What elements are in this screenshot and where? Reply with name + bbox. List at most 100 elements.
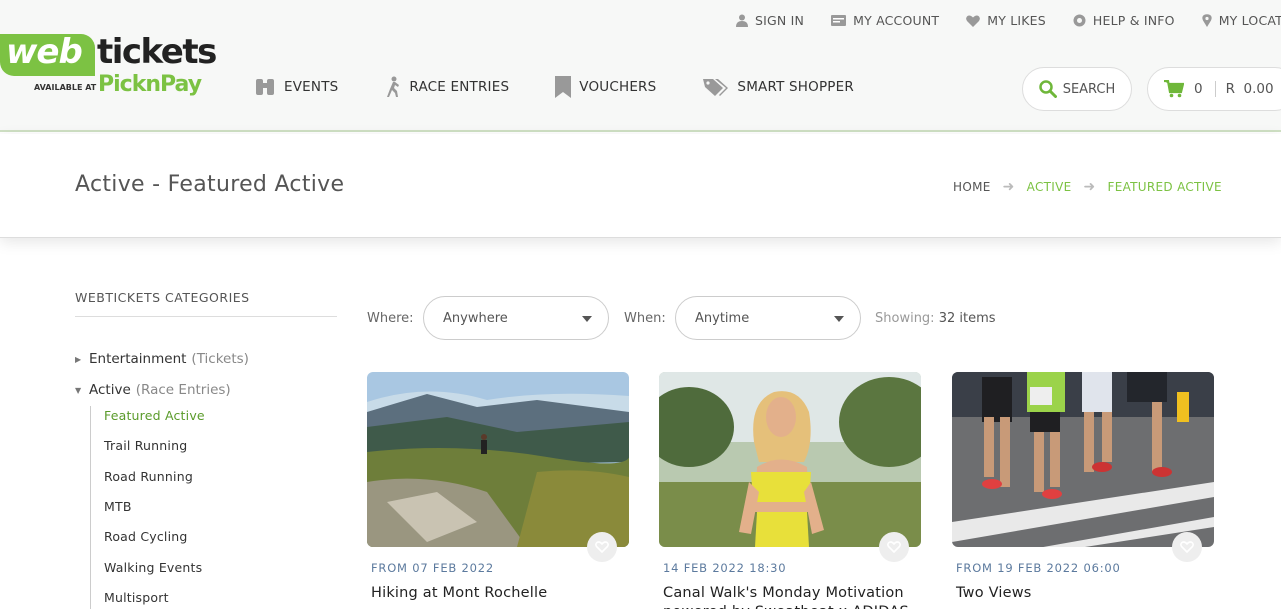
when-select[interactable]: Anytime [675,296,861,340]
logo-tickets-text: tickets [97,32,217,72]
event-card[interactable]: FROM 19 FEB 2022 06:00 Two Views [952,372,1214,603]
runners-race-image [952,372,1214,547]
category-label: Active [89,382,131,398]
like-heart-button[interactable] [879,532,909,562]
logo-available-at: AVAILABLE AT [34,83,97,92]
showing-label: Showing: [875,311,935,326]
my-location-link[interactable]: MY LOCATION [1202,13,1281,28]
user-icon [736,14,748,27]
account-card-icon [831,15,847,26]
shopping-cart-icon [1164,80,1184,98]
runner-icon [387,76,400,97]
like-heart-button[interactable] [1172,532,1202,562]
nav-smart-shopper-label: SMART SHOPPER [737,79,854,95]
expand-arrow-icon[interactable]: ▶ [75,355,89,364]
breadcrumb-current: FEATURED ACTIVE [1107,180,1222,194]
my-likes-link[interactable]: MY LIKES [966,13,1046,28]
nav-smart-shopper[interactable]: SMART SHOPPER [703,76,854,98]
when-label: When: [624,311,666,326]
nav-race-entries-label: RACE ENTRIES [409,79,510,95]
where-select[interactable]: Anywhere [423,296,609,340]
binoculars-icon [256,79,274,95]
nav-vouchers-label: VOUCHERS [579,79,657,95]
subcategory-road-cycling[interactable]: Road Cycling [104,529,188,544]
main-nav: EVENTS RACE ENTRIES VOUCHERS SMART SHOPP… [254,76,854,98]
sign-in-link[interactable]: SIGN IN [736,13,804,28]
cart-count: 0 [1194,81,1203,97]
subcategory-road-running[interactable]: Road Running [104,469,193,484]
event-image-canal-walk[interactable] [659,372,921,547]
my-likes-label: MY LIKES [987,13,1046,28]
sign-in-label: SIGN IN [755,13,805,28]
subcategory-trail-running[interactable]: Trail Running [104,438,187,453]
logo-partner: PicknPay [98,72,202,97]
location-pin-icon [1202,14,1212,27]
category-sublabel: (Tickets) [191,351,249,367]
breadcrumb: HOME ➜ ACTIVE ➜ FEATURED ACTIVE [953,179,1222,195]
event-image-two-views[interactable] [952,372,1214,547]
subcategory-tree-line [90,406,91,609]
subcategory-featured-active[interactable]: Featured Active [104,408,205,423]
category-entertainment[interactable]: ▶ Entertainment (Tickets) [75,351,249,367]
event-date: FROM 19 FEB 2022 06:00 [956,561,1121,575]
event-title[interactable]: Canal Walk's Monday Motivation powered b… [663,584,921,609]
help-info-link[interactable]: HELP & INFO [1073,13,1175,28]
event-card[interactable]: 14 FEB 2022 18:30 Canal Walk's Monday Mo… [659,372,921,609]
like-heart-button[interactable] [587,532,617,562]
search-button[interactable]: SEARCH [1022,67,1132,111]
dropdown-caret-icon [834,316,844,322]
help-lifebuoy-icon [1073,14,1086,27]
category-active[interactable]: ▼ Active (Race Entries) [75,382,231,398]
page-title-banner: Active - Featured Active HOME ➜ ACTIVE ➜… [0,134,1281,238]
category-label: Entertainment [89,351,187,367]
nav-events-label: EVENTS [284,79,339,95]
breadcrumb-arrow-icon: ➜ [1002,179,1015,195]
when-value: Anytime [695,310,750,326]
my-location-label: MY LOCATION [1218,13,1281,28]
subcategory-mtb[interactable]: MTB [104,499,132,514]
event-title[interactable]: Hiking at Mont Rochelle [371,584,629,603]
my-account-link[interactable]: MY ACCOUNT [831,13,939,28]
breadcrumb-home[interactable]: HOME [953,180,991,194]
nav-events[interactable]: EVENTS [254,76,338,98]
event-date: FROM 07 FEB 2022 [371,561,495,575]
nav-race-entries[interactable]: RACE ENTRIES [385,76,509,98]
site-header: SIGN IN MY ACCOUNT MY LIKES HELP & INFO … [0,0,1281,132]
event-image-mountain-hike[interactable] [367,372,629,547]
cart-divider [1214,81,1216,97]
heart-outline-icon [595,541,609,553]
cart-total: R 0.00 [1225,81,1274,97]
heart-outline-icon [887,541,901,553]
page-title: Active - Featured Active [75,172,345,197]
sidebar-title: WEBTICKETS CATEGORIES [75,290,337,317]
category-sublabel: (Race Entries) [135,382,231,398]
event-card[interactable]: FROM 07 FEB 2022 Hiking at Mont Rochelle [367,372,629,603]
mountain-landscape-image [367,372,629,547]
search-label: SEARCH [1062,81,1116,97]
woman-fitness-image [659,372,921,547]
event-title[interactable]: Two Views [956,584,1214,603]
help-info-label: HELP & INFO [1092,13,1175,28]
where-value: Anywhere [443,310,508,326]
subcategory-multisport[interactable]: Multisport [104,590,169,605]
heart-icon [966,15,981,27]
nav-vouchers[interactable]: VOUCHERS [555,76,656,98]
category-sidebar: WEBTICKETS CATEGORIES [75,290,337,317]
bookmark-icon [555,76,572,98]
cart-button[interactable]: 0 R 0.00 [1147,67,1281,111]
showing-count: 32 items [938,311,996,326]
collapse-arrow-icon[interactable]: ▼ [75,386,89,395]
breadcrumb-arrow-icon: ➜ [1083,179,1096,195]
event-date: 14 FEB 2022 18:30 [663,561,787,575]
top-links: SIGN IN MY ACCOUNT MY LIKES HELP & INFO … [736,13,1281,28]
logo-web-text: web [6,32,83,72]
results-count: Showing: 32 items [875,311,996,326]
my-account-label: MY ACCOUNT [853,13,940,28]
dropdown-caret-icon [582,316,592,322]
search-icon [1038,80,1057,98]
tag-icon [703,79,729,96]
webtickets-logo[interactable]: web tickets AVAILABLE AT PicknPay [0,32,217,102]
where-label: Where: [367,311,414,326]
breadcrumb-active[interactable]: ACTIVE [1027,180,1072,194]
subcategory-walking-events[interactable]: Walking Events [104,560,202,575]
